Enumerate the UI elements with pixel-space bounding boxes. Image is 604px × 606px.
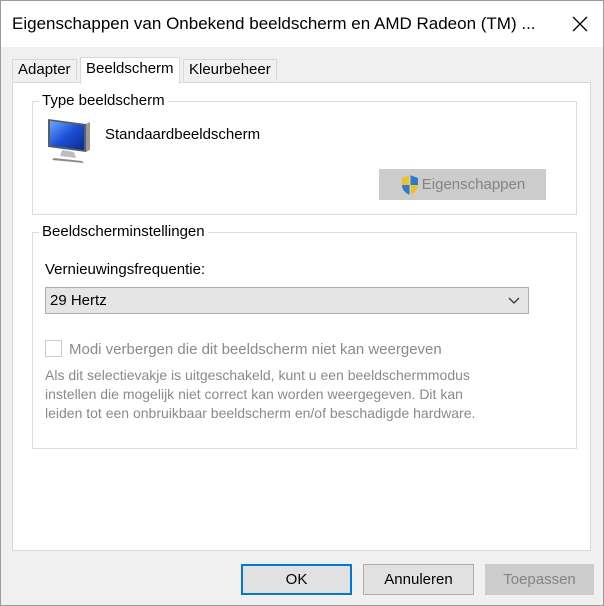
tab-beeldscherm[interactable]: Beeldscherm: [80, 57, 180, 84]
close-button[interactable]: [557, 1, 603, 47]
monitor-settings-group: Beeldscherminstellingen Vernieuwingsfreq…: [32, 223, 577, 449]
tab-adapter[interactable]: Adapter: [12, 59, 77, 81]
close-icon: [572, 16, 588, 32]
monitor-properties-button[interactable]: Eigenschappen: [379, 169, 546, 200]
window-title: Eigenschappen van Onbekend beeldscherm e…: [12, 14, 536, 33]
monitor-type-group-label: Type beeldscherm: [39, 92, 168, 109]
uac-shield-icon: [401, 174, 418, 195]
monitor-type-group: Type beeldscherm Standaardbeeldscherm Ei…: [32, 92, 577, 215]
monitor-icon: [48, 119, 90, 163]
refresh-rate-label: Vernieuwingsfrequentie:: [45, 261, 206, 278]
monitor-settings-group-label: Beeldscherminstellingen: [39, 223, 208, 240]
tab-strip: Adapter Beeldscherm Kleurbeheer: [1, 47, 603, 84]
cancel-button[interactable]: Annuleren: [363, 564, 474, 595]
title-bar[interactable]: Eigenschappen van Onbekend beeldscherm e…: [1, 1, 603, 47]
monitor-name: Standaardbeeldscherm: [105, 126, 261, 143]
apply-button[interactable]: Toepassen: [485, 564, 594, 595]
refresh-rate-value: 29 Hertz: [50, 292, 107, 309]
hide-modes-label: Modi verbergen die dit beeldscherm niet …: [69, 341, 442, 358]
tab-panel-beeldscherm: Type beeldscherm Standaardbeeldscherm Ei…: [12, 82, 591, 551]
refresh-rate-select[interactable]: 29 Hertz: [45, 287, 529, 314]
ok-button[interactable]: OK: [241, 564, 352, 595]
properties-dialog: Eigenschappen van Onbekend beeldscherm e…: [0, 0, 604, 606]
chevron-down-icon: [508, 297, 520, 304]
monitor-properties-label: Eigenschappen: [421, 176, 526, 193]
hide-modes-checkbox[interactable]: [45, 340, 62, 357]
tab-kleurbeheer[interactable]: Kleurbeheer: [183, 59, 277, 81]
hide-modes-description: Als dit selectievakje is uitgeschakeld, …: [45, 367, 476, 421]
